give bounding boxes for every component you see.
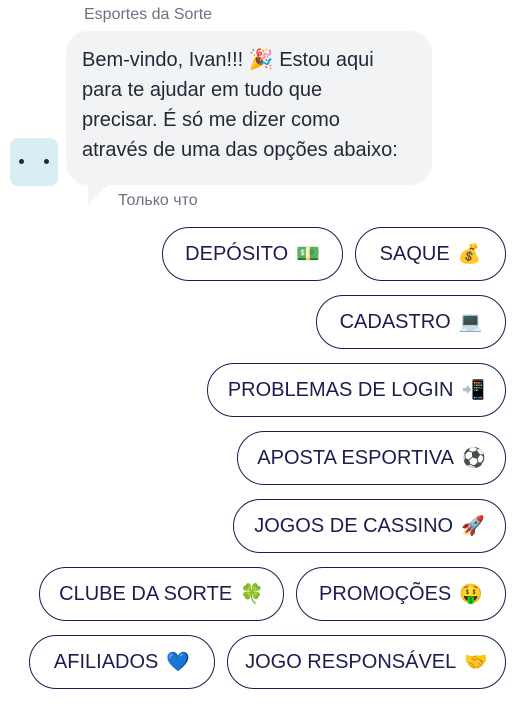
four-leaf-clover-icon: 🍀 [240, 584, 264, 605]
quick-reply-label: JOGO RESPONSÁVEL [245, 650, 457, 673]
quick-reply-label: JOGOS DE CASSINO [254, 514, 454, 537]
blue-heart-icon: 💙 [166, 652, 191, 673]
quick-reply-aposta-esportiva[interactable]: APOSTA ESPORTIVA ⚽ [237, 431, 506, 485]
money-mouth-face-icon: 🤑 [459, 584, 483, 605]
quick-reply-promocoes[interactable]: PROMOÇÕES 🤑 [296, 567, 506, 621]
money-bag-icon: 💰 [457, 244, 482, 265]
sender-name: Esportes da Sorte [84, 6, 213, 23]
quick-reply-afiliados[interactable]: AFILIADOS 💙 [29, 635, 215, 689]
quick-reply-clube-da-sorte[interactable]: CLUBE DA SORTE 🍀 [39, 567, 284, 621]
chat-widget: Esportes da Sorte Bem-vindo, Ivan!!! 🎉 E… [0, 0, 526, 706]
message-line: para te ajudar em tudo que [82, 79, 323, 101]
message-line: precisar. É só me dizer como [82, 109, 340, 131]
quick-reply-jogo-responsavel[interactable]: JOGO RESPONSÁVEL 🤝 [227, 635, 506, 689]
quick-reply-saque[interactable]: SAQUE 💰 [355, 227, 506, 281]
quick-reply-label: PROMOÇÕES [319, 582, 452, 605]
quick-reply-label: CLUBE DA SORTE [59, 582, 233, 605]
soccer-ball-icon: ⚽ [462, 448, 486, 469]
message-line: Bem-vindo, Ivan!!! 🎉 Estou aqui [82, 49, 374, 71]
message-timestamp: Только что [118, 192, 198, 209]
message-line: através de uma das opções abaixo: [82, 139, 398, 161]
avatar-eye-right [44, 159, 49, 164]
quick-reply-label: AFILIADOS [53, 650, 159, 673]
quick-reply-label: CADASTRO [339, 310, 451, 333]
bubble-tail [88, 185, 108, 205]
quick-reply-label: DEPÓSITO [185, 242, 289, 265]
mobile-arrow-icon: 📲 [461, 380, 486, 401]
quick-reply-jogos-de-cassino[interactable]: JOGOS DE CASSINO 🚀 [233, 499, 506, 553]
quick-reply-label: APOSTA ESPORTIVA [257, 446, 455, 469]
quick-reply-cadastro[interactable]: CADASTRO 💻 [316, 295, 506, 349]
bot-face-icon [10, 138, 58, 186]
quick-reply-label: SAQUE [379, 242, 450, 265]
quick-reply-problemas-de-login[interactable]: PROBLEMAS DE LOGIN 📲 [207, 363, 506, 417]
quick-reply-label: PROBLEMAS DE LOGIN [227, 378, 454, 401]
quick-reply-deposito[interactable]: DEPÓSITO 💵 [162, 227, 343, 281]
avatar-eye-left [19, 159, 24, 164]
rocket-icon: 🚀 [461, 516, 485, 537]
laptop-icon: 💻 [458, 312, 483, 333]
dollar-banknote-icon: 💵 [296, 244, 320, 265]
handshake-icon: 🤝 [464, 652, 488, 673]
bot-message-bubble: Bem-vindo, Ivan!!! 🎉 Estou aqui para te … [66, 31, 432, 185]
